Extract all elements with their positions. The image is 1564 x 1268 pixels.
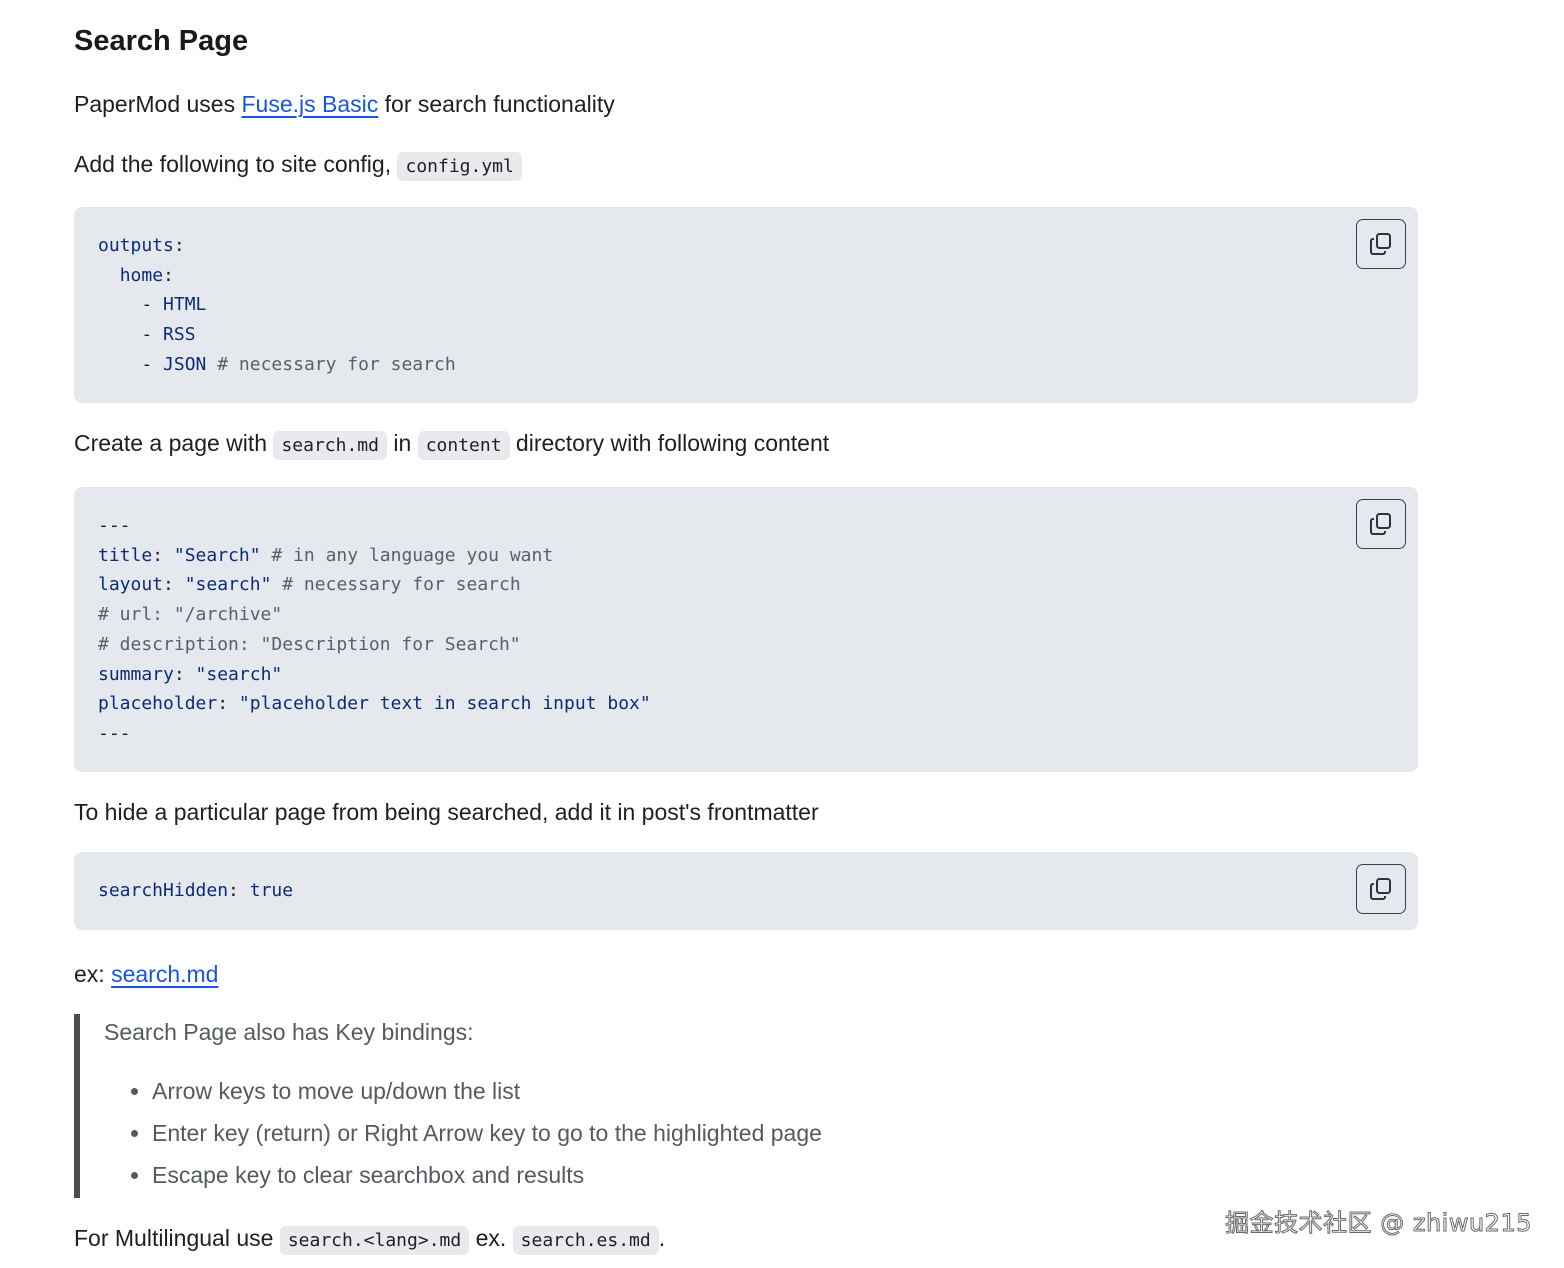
multilingual-paragraph: For Multilingual use search.<lang>.md ex… — [74, 1222, 1418, 1257]
search-md-link[interactable]: search.md — [111, 961, 218, 987]
hide-page-paragraph: To hide a particular page from being sea… — [74, 799, 819, 825]
key-bindings-list: Arrow keys to move up/down the list Ente… — [104, 1070, 1418, 1198]
copy-button[interactable] — [1356, 864, 1406, 914]
list-item: Enter key (return) or Right Arrow key to… — [152, 1112, 1418, 1154]
post-content: Search Page PaperMod uses Fuse.js Basic … — [74, 0, 1418, 1257]
inline-code-config: config.yml — [397, 152, 522, 181]
fusejs-link[interactable]: Fuse.js Basic — [241, 91, 378, 117]
inline-code-search-es: search.es.md — [512, 1226, 659, 1255]
copy-button[interactable] — [1356, 499, 1406, 549]
create-page-paragraph: Create a page with search.md in content … — [74, 427, 1418, 462]
quote-intro: Search Page also has Key bindings: — [104, 1019, 474, 1045]
code-outputs: outputs: home: - HTML - RSS - JSON # nec… — [98, 235, 456, 375]
inline-code-search-lang: search.<lang>.md — [279, 1226, 470, 1255]
code-search-hidden: searchHidden: true — [98, 880, 294, 901]
config-paragraph: Add the following to site config, config… — [74, 148, 1418, 183]
key-bindings-quote: Search Page also has Key bindings: Arrow… — [74, 1014, 1418, 1198]
code-block-search-hidden: searchHidden: true — [74, 852, 1418, 930]
copy-icon — [1370, 233, 1391, 255]
code-block-outputs: outputs: home: - HTML - RSS - JSON # nec… — [74, 207, 1418, 403]
code-block-frontmatter: --- title: "Search" # in any language yo… — [74, 487, 1418, 772]
inline-code-content: content — [417, 431, 510, 460]
intro-paragraph: PaperMod uses Fuse.js Basic for search f… — [74, 91, 615, 117]
copy-icon — [1370, 878, 1391, 900]
list-item: Arrow keys to move up/down the list — [152, 1070, 1418, 1112]
list-item: Escape key to clear searchbox and result… — [152, 1154, 1418, 1196]
example-paragraph: ex: search.md — [74, 961, 219, 987]
copy-button[interactable] — [1356, 219, 1406, 269]
code-frontmatter: --- title: "Search" # in any language yo… — [98, 515, 651, 744]
page-title: Search Page — [74, 25, 249, 57]
watermark: 掘金技术社区 @ zhiwu215 — [1225, 1209, 1532, 1238]
copy-icon — [1370, 513, 1391, 535]
inline-code-search-md: search.md — [273, 431, 387, 460]
